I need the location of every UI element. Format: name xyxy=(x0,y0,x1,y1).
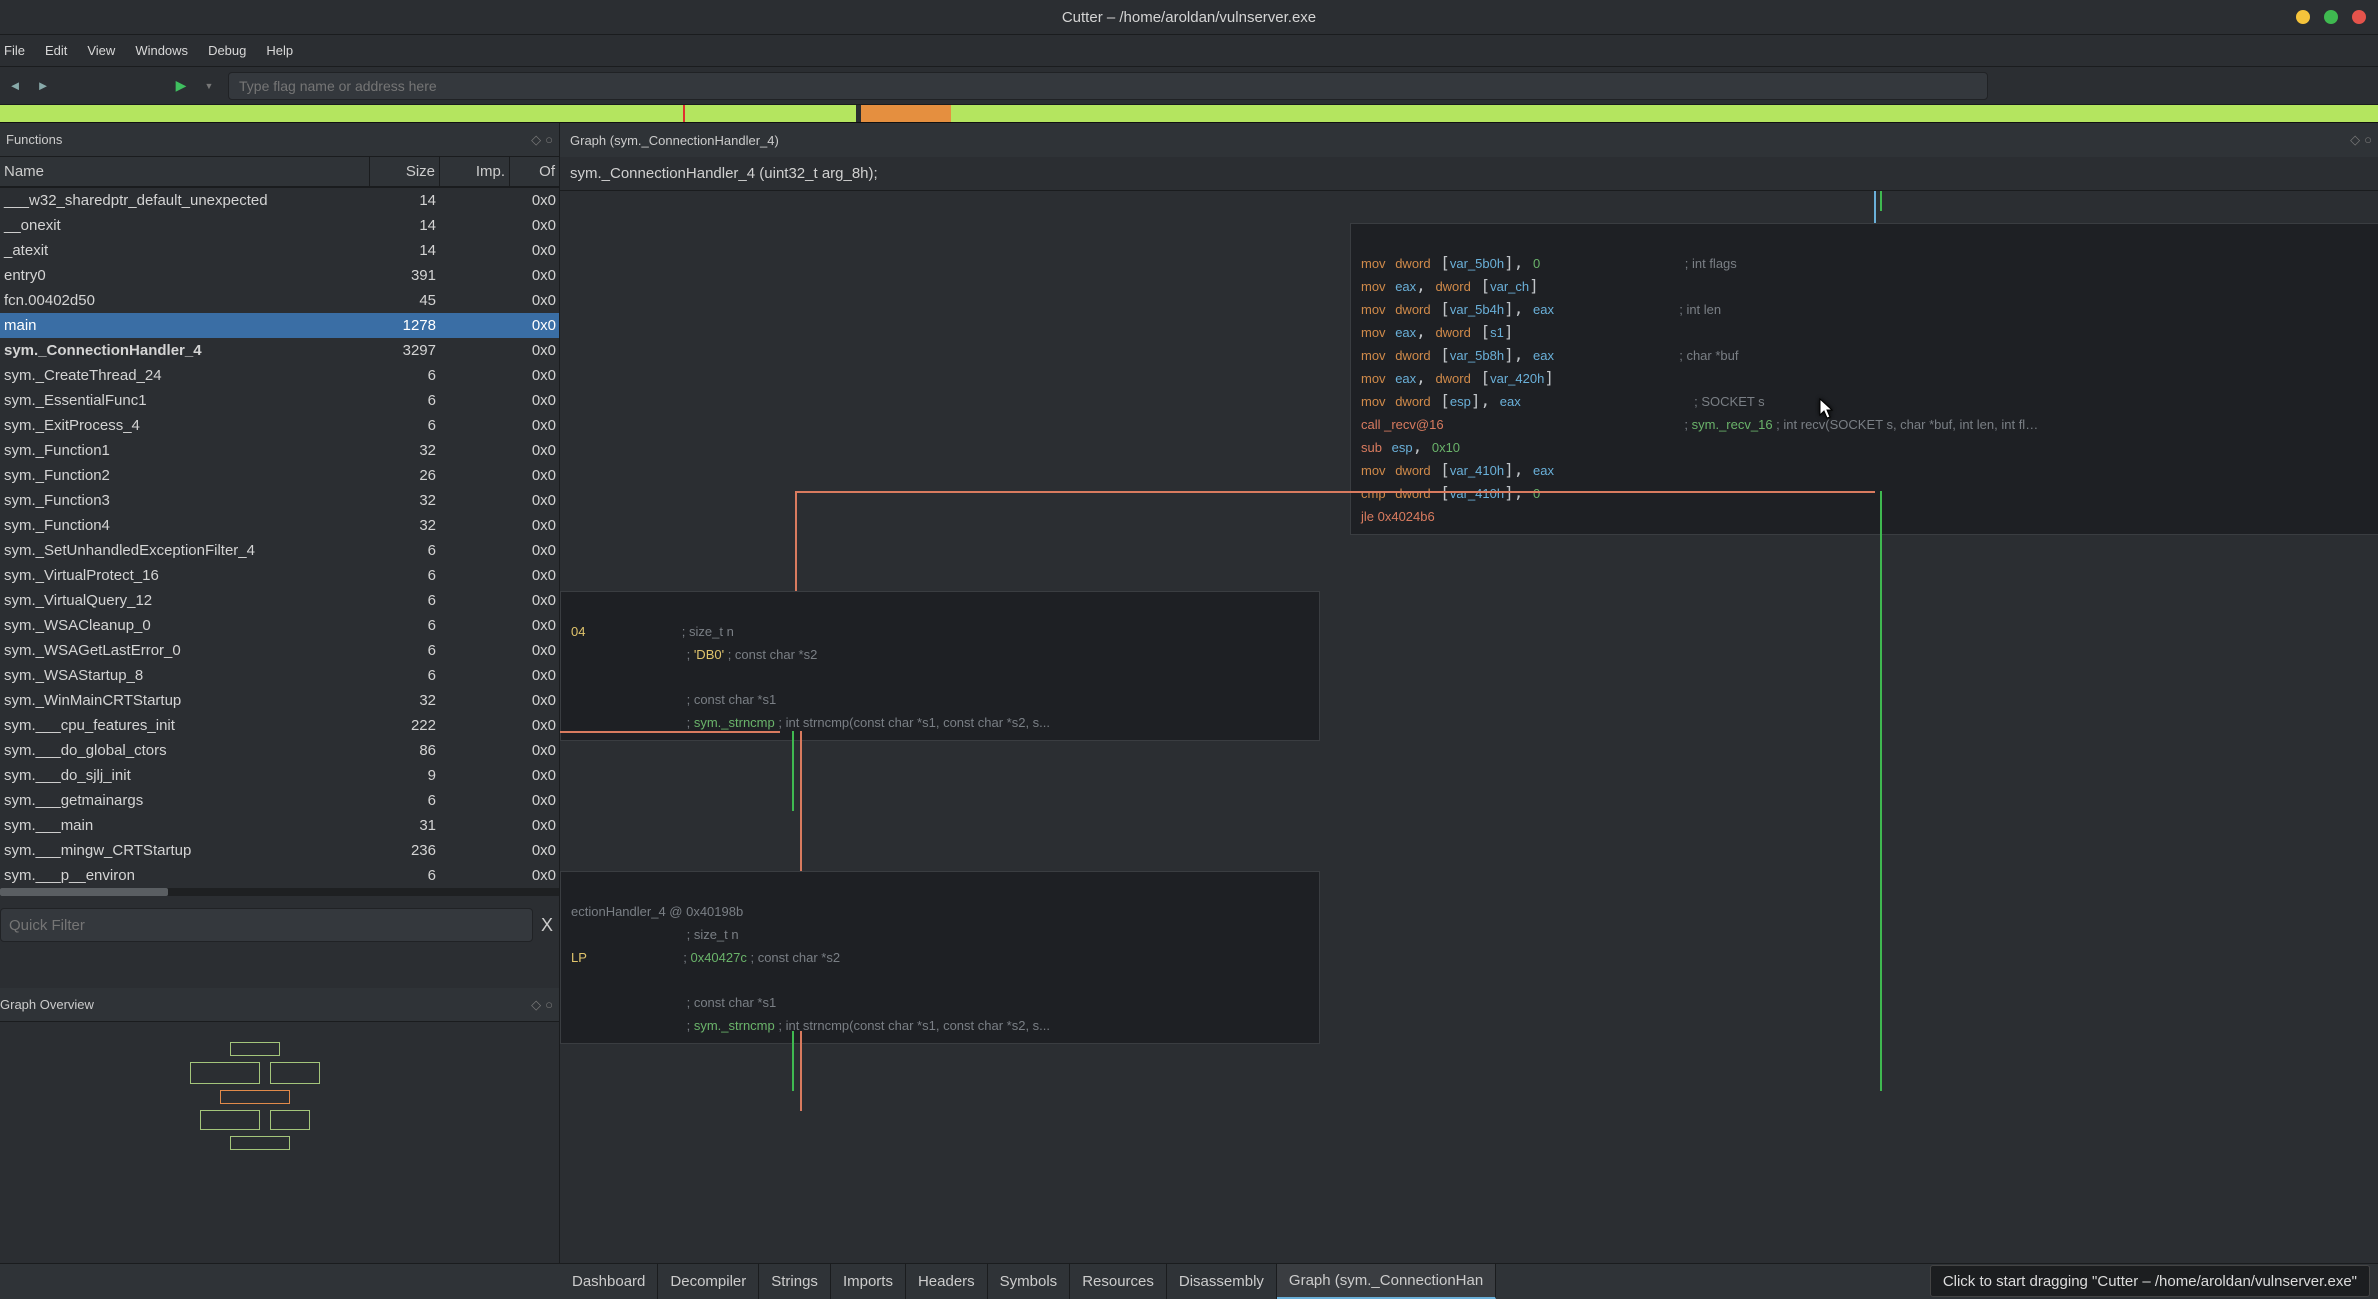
col-off[interactable]: Of xyxy=(510,157,559,188)
graph-node[interactable]: ectionHandler_4 @ 0x40198b ; size_t n LP… xyxy=(560,871,1320,1044)
col-size[interactable]: Size xyxy=(370,157,440,188)
function-signature: sym._ConnectionHandler_4 (uint32_t arg_8… xyxy=(560,157,2378,191)
nav-back-icon[interactable]: ◄ xyxy=(6,78,24,93)
titlebar[interactable]: Cutter – /home/aroldan/vulnserver.exe xyxy=(0,0,2378,35)
nav-seek-bar[interactable] xyxy=(0,105,2378,123)
tab-headers[interactable]: Headers xyxy=(906,1264,988,1299)
undock-icon[interactable]: ◇ xyxy=(2350,132,2360,148)
col-name[interactable]: Name xyxy=(0,157,370,188)
functions-hscroll[interactable] xyxy=(0,888,559,896)
mouse-cursor xyxy=(1816,397,1838,425)
quick-filter-input[interactable] xyxy=(0,908,533,942)
undock-icon[interactable]: ◇ xyxy=(531,997,541,1013)
tab-symbols[interactable]: Symbols xyxy=(988,1264,1071,1299)
col-imp[interactable]: Imp. xyxy=(440,157,510,188)
undock-icon[interactable]: ◇ xyxy=(531,132,541,148)
tab-graph[interactable]: Graph (sym._ConnectionHan xyxy=(1277,1264,1496,1299)
graph-node[interactable]: mov dword [var_5b0h], 0 ; int flags mov … xyxy=(1350,223,2378,535)
menu-debug[interactable]: Debug xyxy=(208,43,246,58)
graph-overview-canvas[interactable] xyxy=(0,1022,559,1182)
close-pane-icon[interactable]: ○ xyxy=(545,997,553,1013)
menu-edit[interactable]: Edit xyxy=(45,43,67,58)
functions-table[interactable]: ___w32_sharedptr_default_unexpected140x0… xyxy=(0,188,559,888)
run-menu-icon[interactable]: ▼ xyxy=(200,81,218,91)
bottom-tabs: Dashboard Decompiler Strings Imports Hea… xyxy=(0,1263,2378,1299)
menu-file[interactable]: File xyxy=(4,43,25,58)
functions-pane-title: Functions ◇○ xyxy=(0,123,559,157)
close-pane-icon[interactable]: ○ xyxy=(545,132,553,148)
close-icon[interactable] xyxy=(2352,10,2366,24)
menu-view[interactable]: View xyxy=(87,43,115,58)
close-pane-icon[interactable]: ○ xyxy=(2364,132,2372,148)
tooltip: Click to start dragging "Cutter – /home/… xyxy=(1930,1265,2370,1297)
maximize-icon[interactable] xyxy=(2324,10,2338,24)
graph-overview-title: Graph Overview ◇○ xyxy=(0,988,559,1022)
tab-imports[interactable]: Imports xyxy=(831,1264,906,1299)
menu-windows[interactable]: Windows xyxy=(135,43,188,58)
tab-resources[interactable]: Resources xyxy=(1070,1264,1167,1299)
graph-pane-title: Graph (sym._ConnectionHandler_4) ◇○ xyxy=(560,123,2378,157)
nav-fwd-icon[interactable]: ► xyxy=(34,78,52,93)
minimize-icon[interactable] xyxy=(2296,10,2310,24)
toolbar: ◄ ► ▶ ▼ xyxy=(0,67,2378,105)
quick-filter-clear[interactable]: X xyxy=(541,915,553,936)
run-icon[interactable]: ▶ xyxy=(172,77,190,94)
tab-disassembly[interactable]: Disassembly xyxy=(1167,1264,1277,1299)
menu-help[interactable]: Help xyxy=(266,43,293,58)
tab-dashboard[interactable]: Dashboard xyxy=(560,1264,658,1299)
graph-canvas[interactable]: mov dword [var_5b0h], 0 ; int flags mov … xyxy=(560,191,2378,1263)
tab-strings[interactable]: Strings xyxy=(759,1264,831,1299)
address-input[interactable] xyxy=(228,72,1988,100)
menubar: File Edit View Windows Debug Help xyxy=(0,35,2378,67)
tab-decompiler[interactable]: Decompiler xyxy=(658,1264,759,1299)
graph-node[interactable]: 04 ; size_t n ; 'DB0' ; const char *s2 ;… xyxy=(560,591,1320,741)
window-title: Cutter – /home/aroldan/vulnserver.exe xyxy=(1062,9,1316,26)
